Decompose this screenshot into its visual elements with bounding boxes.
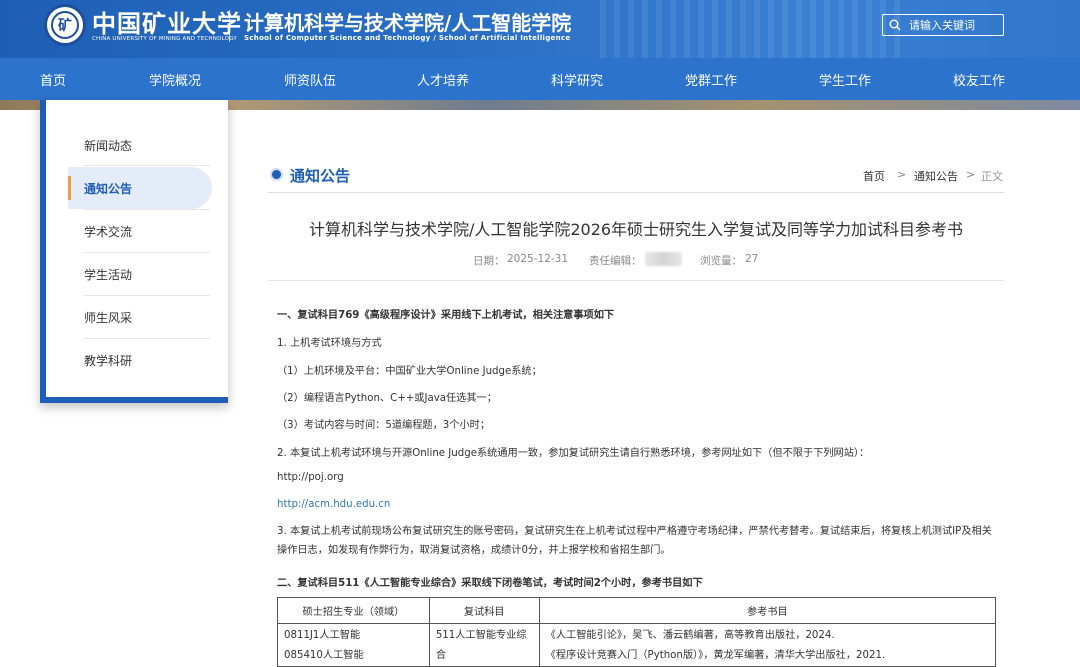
sidebar-item-teaching[interactable]: 教学科研 [84,352,210,369]
nav-item-about[interactable]: 学院概况 [149,70,201,89]
breadcrumb-notices[interactable]: 通知公告 [914,168,958,184]
major-entry: 0811J1人工智能 [284,630,361,641]
sidebar-divider [84,209,210,210]
site-header: 矿 中国矿业大学 CHINA UNIVERSITY OF MINING AND … [0,0,1080,58]
logo-emblem-icon: 矿 [51,11,79,39]
article-heading-1: 一、复试科目769《高级程序设计》采用线下上机考试，相关注意事项如下 [277,310,615,321]
nav-item-faculty[interactable]: 师资队伍 [284,70,336,89]
table-cell-major: 0811J1人工智能 085410人工智能 [277,623,430,667]
editor-label: 责任编辑： [589,255,642,267]
reference-link-hdu[interactable]: http://acm.hdu.edu.cn [277,499,390,510]
editor-name-redacted [645,252,682,266]
meta-divider [268,280,1004,281]
table-header-subject: 复试科目 [428,597,540,624]
nav-item-students[interactable]: 学生工作 [819,70,871,89]
table-header-major: 硕士招生专业（领域） [277,597,430,624]
breadcrumb-separator: > [966,168,976,181]
breadcrumb-separator: > [897,168,907,181]
sidebar-item-showcase[interactable]: 师生风采 [84,309,210,326]
article-paragraph: （1）上机环境及平台：中国矿业大学Online Judge系统； [277,366,542,377]
article-heading-2: 二、复试科目511《人工智能专业综合》采取线下闭卷笔试，考试时间2个小时，参考书… [277,578,703,589]
header-divider [229,10,230,42]
nav-item-party[interactable]: 党群工作 [685,70,737,89]
school-name[interactable]: 计算机科学与技术学院/人工智能学院 [244,7,571,36]
university-name: 中国矿业大学 [92,9,242,38]
university-name-en: CHINA UNIVERSITY OF MINING AND TECHNOLOG… [92,36,237,42]
book-entry: 《人工智能引论》，吴飞、潘云鹤编著，高等教育出版社，2024. [545,630,835,641]
article-paragraph: 2. 本复试上机考试环境与开源Online Judge系统通用一致，参加复试研究… [277,448,870,459]
reference-book-table: 硕士招生专业（领域） 复试科目 参考书目 0811J1人工智能 085410人工… [277,597,997,667]
nav-item-home[interactable]: 首页 [40,70,66,89]
sidebar-item-activities[interactable]: 学生活动 [84,266,210,283]
table-cell-books: 《人工智能引论》，吴飞、潘云鹤编著，高等教育出版社，2024. 《程序设计竞赛入… [538,623,997,667]
search-input[interactable]: 请输入关键词 [909,17,975,33]
sidebar: 新闻动态 通知公告 学术交流 学生活动 师生风采 教学科研 [40,100,228,403]
breadcrumb-home[interactable]: 首页 [863,168,885,184]
article-paragraph: （2）编程语言Python、C++或Java任选其一； [277,393,497,404]
major-entry: 085410人工智能 [284,650,364,661]
sidebar-divider [84,295,210,296]
article-paragraph: 1. 上机考试环境与方式 [277,338,382,349]
section-divider [268,192,1004,193]
sidebar-divider [84,252,210,253]
sidebar-active-marker [68,176,71,200]
sidebar-divider [84,165,210,166]
search-box[interactable]: 请输入关键词 [882,14,1004,36]
section-bullet-icon [272,170,281,179]
reference-link-poj[interactable]: http://poj.org [277,472,344,483]
sidebar-item-news[interactable]: 新闻动态 [84,137,210,154]
school-name-en: School of Computer Science and Technolog… [244,34,571,42]
nav-item-alumni[interactable]: 校友工作 [953,70,1005,89]
article-paragraph: （3）考试内容与时间：5道编程题，3个小时； [277,420,491,431]
table-header-row: 硕士招生专业（领域） 复试科目 参考书目 [277,597,997,624]
section-title: 通知公告 [290,167,351,185]
views-label: 浏览量： [700,255,742,267]
university-logo[interactable]: 矿 [44,4,86,46]
article-title: 计算机科学与技术学院/人工智能学院2026年硕士研究生入学复试及同等学力加试科目… [308,220,964,239]
main-nav: 首页 学院概况 师资队伍 人才培养 科学研究 党群工作 学生工作 校友工作 [0,58,1080,100]
breadcrumb-current: 正文 [981,170,1003,183]
sidebar-item-notices[interactable]: 通知公告 [84,180,210,197]
sidebar-item-academic[interactable]: 学术交流 [84,223,210,240]
nav-item-education[interactable]: 人才培养 [417,70,469,89]
sidebar-divider [84,338,210,339]
article-date: 2025-12-31 [507,253,569,265]
book-entry: 《程序设计竞赛入门（Python版）》，黄龙军编著，清华大学出版社，2021. [545,650,886,661]
views-count: 27 [745,253,759,265]
nav-item-research[interactable]: 科学研究 [551,70,603,89]
table-row: 0811J1人工智能 085410人工智能 511人工智能专业综合 《人工智能引… [277,623,997,667]
search-icon[interactable] [889,19,901,31]
article-paragraph: 3. 本复试上机考试前现场公布复试研究生的账号密码，复试研究生在上机考试过程中严… [277,526,992,556]
date-label: 日期： [473,255,505,267]
table-header-books: 参考书目 [538,597,997,624]
table-cell-subject: 511人工智能专业综合 [428,623,540,667]
header-building-decoration [600,0,900,58]
